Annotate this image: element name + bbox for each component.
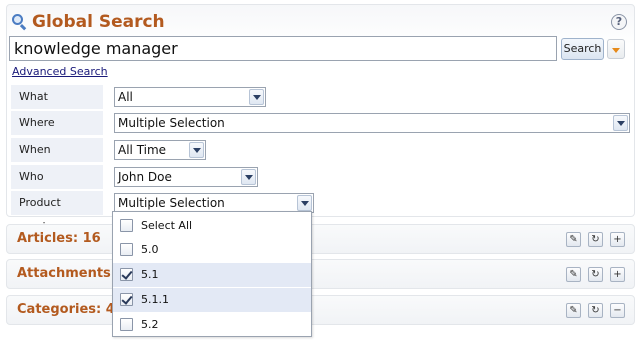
where-select[interactable]: Multiple Selection (114, 113, 630, 133)
checkbox[interactable] (120, 219, 133, 232)
product-version-select-value: Multiple Selection (118, 196, 225, 210)
filter-row-when: When All Time (11, 138, 631, 162)
filter-row-where: Where Multiple Selection (11, 111, 631, 135)
product-version-select[interactable]: Multiple Selection (114, 193, 314, 213)
section-title-categories: Categories: 4 (17, 302, 115, 317)
page-title: Global Search (32, 12, 165, 32)
filter-label-product-version: Product version (11, 191, 103, 233)
chevron-down-icon[interactable] (249, 89, 264, 105)
filter-row-product-version: Product version Multiple Selection (11, 191, 631, 233)
chevron-down-icon[interactable] (297, 195, 312, 211)
search-options-button[interactable] (607, 39, 625, 59)
magnifier-icon (11, 13, 29, 31)
pencil-icon[interactable]: ✎ (566, 303, 581, 318)
checkbox[interactable] (120, 243, 133, 256)
checkbox-checked[interactable] (120, 293, 133, 306)
collapse-icon[interactable]: − (610, 303, 625, 318)
when-select[interactable]: All Time (114, 140, 206, 160)
dropdown-item-5-1[interactable]: 5.1 (113, 263, 311, 287)
when-select-value: All Time (118, 143, 167, 157)
refresh-icon[interactable]: ↻ (588, 303, 603, 318)
dropdown-item-label: 5.1 (141, 268, 159, 281)
who-select[interactable]: John Doe (114, 167, 258, 187)
dropdown-item-label: 5.0 (141, 243, 159, 256)
filter-row-who: Who John Doe (11, 165, 631, 189)
dropdown-item-label: 5.1.1 (141, 293, 169, 306)
what-select-value: All (118, 90, 133, 104)
section-categories[interactable]: Categories: 4 ✎ ↻ − (6, 295, 635, 325)
pencil-icon[interactable]: ✎ (566, 232, 581, 247)
filter-label-who: Who (11, 165, 103, 189)
filter-label-where: Where (11, 111, 103, 135)
section-attachments[interactable]: Attachments: ✎ ↻ + (6, 259, 635, 289)
product-version-dropdown: Select All 5.0 5.1 5.1.1 5.2 (112, 211, 312, 337)
chevron-down-icon (612, 48, 620, 53)
chevron-down-icon[interactable] (613, 115, 628, 131)
section-title-attachments: Attachments: (17, 266, 116, 281)
help-icon[interactable]: ? (611, 14, 627, 30)
filter-row-what: What All (11, 85, 631, 109)
chevron-down-icon[interactable] (241, 169, 256, 185)
global-search-panel: Global Search ? Search Advanced Search W… (6, 4, 635, 233)
dropdown-item-5-1-1[interactable]: 5.1.1 (113, 288, 311, 312)
section-articles[interactable]: Articles: 16 ✎ ↻ + (6, 224, 635, 254)
filter-label-what: What (11, 85, 103, 109)
dropdown-item-label: Select All (141, 219, 193, 232)
refresh-icon[interactable]: ↻ (588, 232, 603, 247)
dropdown-item-label: 5.2 (141, 318, 159, 331)
pencil-icon[interactable]: ✎ (566, 267, 581, 282)
advanced-search-link[interactable]: Advanced Search (12, 65, 108, 78)
checkbox-checked[interactable] (120, 268, 133, 281)
where-select-value: Multiple Selection (118, 116, 225, 130)
chevron-down-icon[interactable] (189, 142, 204, 158)
search-input[interactable] (9, 36, 557, 61)
dropdown-item-5-2[interactable]: 5.2 (113, 313, 311, 337)
dropdown-item-select-all[interactable]: Select All (113, 214, 311, 238)
refresh-icon[interactable]: ↻ (588, 267, 603, 282)
dropdown-item-5-0[interactable]: 5.0 (113, 238, 311, 262)
checkbox[interactable] (120, 318, 133, 331)
expand-icon[interactable]: + (610, 232, 625, 247)
expand-icon[interactable]: + (610, 267, 625, 282)
panel-header: Global Search (11, 10, 165, 34)
what-select[interactable]: All (114, 87, 266, 107)
filter-label-when: When (11, 138, 103, 162)
search-button[interactable]: Search (561, 38, 604, 60)
section-title-articles: Articles: 16 (17, 231, 101, 246)
who-select-value: John Doe (118, 170, 172, 184)
